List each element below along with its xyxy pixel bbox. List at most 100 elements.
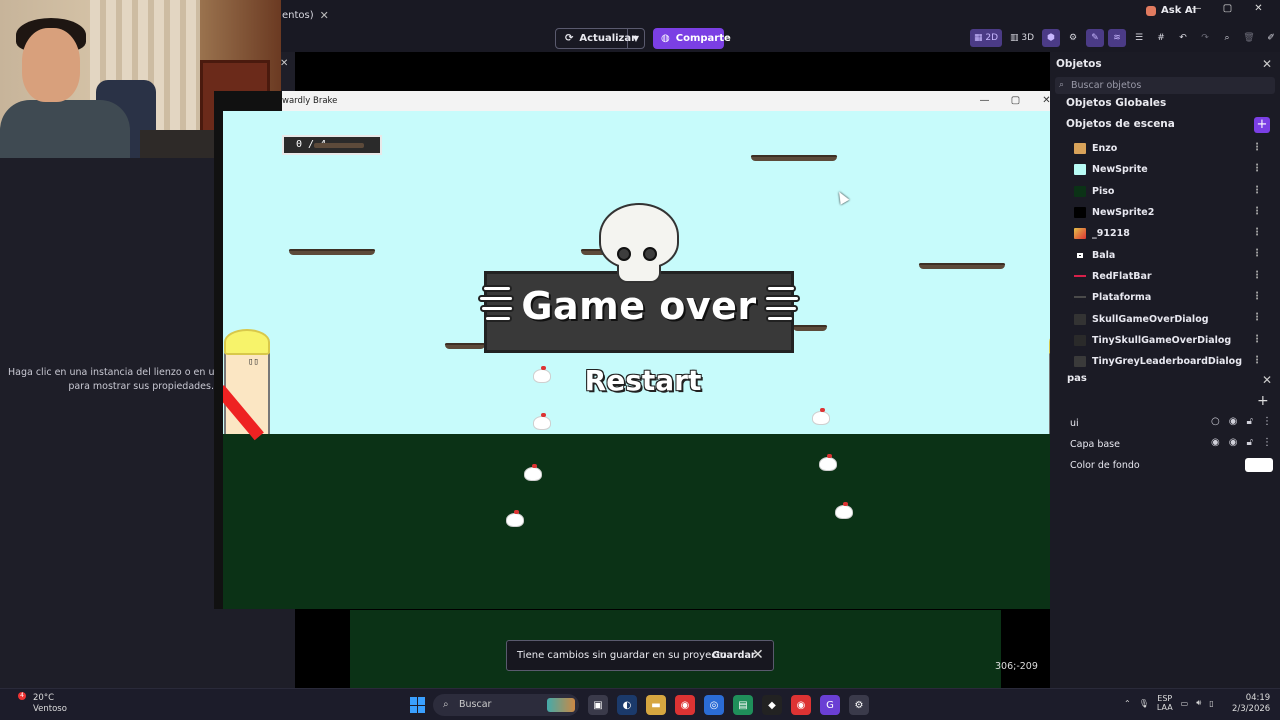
chevron-down-icon[interactable]: ▼ <box>628 34 644 43</box>
view-2d-toggle[interactable]: ▦ 2D <box>970 29 1002 47</box>
weather-widget[interactable]: 4 20°C Ventoso <box>18 692 67 715</box>
undo-icon[interactable]: ↶ <box>1174 29 1192 47</box>
add-object-button[interactable]: + <box>1254 117 1270 133</box>
object-search-placeholder: Buscar objetos <box>1071 80 1142 91</box>
game-minimize-icon[interactable]: — <box>969 91 1000 111</box>
instances-list-icon[interactable]: ☰ <box>1130 29 1148 47</box>
lock-icon[interactable]: 🔓︎ <box>1247 437 1253 448</box>
app-icon-blue[interactable]: ◎ <box>704 695 724 715</box>
app-icon-green[interactable]: ▤ <box>733 695 753 715</box>
chevron-up-icon[interactable]: ⌃ <box>1124 699 1131 708</box>
grid-toggle-icon[interactable]: # <box>1152 29 1170 47</box>
add-layer-button[interactable]: + <box>1257 393 1269 409</box>
layer-row-ui[interactable]: ui ○ ◉ 🔓︎ ⋮ <box>1070 413 1272 433</box>
taskbar-apps: ▣ ◐ ▬ ◉ ◎ ▤ ◆ ◉ G ⚙ <box>588 695 869 715</box>
more-options-icon[interactable]: ⋮ <box>1262 437 1272 448</box>
platform <box>445 343 485 349</box>
minimize-icon[interactable]: — <box>1181 2 1212 16</box>
more-options-icon[interactable]: ⋮ <box>1252 334 1262 345</box>
redo-icon[interactable]: ↷ <box>1196 29 1214 47</box>
close-layers-panel-icon[interactable]: ✕ <box>1262 373 1272 387</box>
zoom-icon[interactable]: ⌕ <box>1218 29 1236 47</box>
maximize-icon[interactable]: ▢ <box>1212 2 1243 16</box>
skeleton-hand-left-icon <box>476 281 522 329</box>
object-search-input[interactable]: ⌕ Buscar objetos <box>1055 77 1275 94</box>
battery-icon[interactable]: ▯ <box>1209 699 1213 708</box>
update-button[interactable]: ⟳ Actualizar ▼ <box>555 28 645 49</box>
game-viewport[interactable]: 0 / 4 ▯▯ ▯▯ Game over <box>223 111 1068 609</box>
windows-start-icon[interactable] <box>410 697 426 713</box>
object-item-tinygreyleaderboarddialog[interactable]: TinyGreyLeaderboardDialog ⋮ <box>1074 351 1270 372</box>
object-item-redflatbar[interactable]: RedFlatBar ⋮ <box>1074 266 1270 287</box>
network-icon[interactable]: ▭ <box>1181 699 1189 708</box>
object-item-bala[interactable]: Bala ⋮ <box>1074 244 1270 265</box>
more-options-icon[interactable]: ⋮ <box>1252 270 1262 281</box>
share-button[interactable]: ◍ Comparte <box>653 28 731 49</box>
object-groups-icon[interactable]: ⚙ <box>1064 29 1082 47</box>
more-options-icon[interactable]: ⋮ <box>1252 142 1262 153</box>
delete-icon[interactable]: 🗑 <box>1240 29 1258 47</box>
visibility-eye-icon[interactable]: ◉ <box>1229 437 1238 448</box>
more-options-icon[interactable]: ⋮ <box>1252 185 1262 196</box>
microphone-icon[interactable]: 🎙︎ <box>1139 699 1149 708</box>
clock-date: 2/3/2026 <box>1232 704 1271 714</box>
layers-panel-icon[interactable]: ≋ <box>1108 29 1126 47</box>
visibility-eye-icon[interactable]: ◉ <box>1229 416 1238 427</box>
layer-label: Capa base <box>1070 438 1120 450</box>
more-options-icon[interactable]: ⋮ <box>1252 355 1262 366</box>
app-icon-dark[interactable]: ◆ <box>762 695 782 715</box>
object-item-newsprite2[interactable]: NewSprite2 ⋮ <box>1074 202 1270 223</box>
close-toast-icon[interactable]: ✕ <box>752 647 764 663</box>
game-title-bar[interactable]: wardly Brake — ▢ ✕ <box>282 91 1068 111</box>
task-view-icon[interactable]: ▣ <box>588 695 608 715</box>
clock-time: 04:19 <box>1245 693 1271 703</box>
chicken-enemy <box>835 502 853 519</box>
chrome-icon[interactable]: ◉ <box>675 695 695 715</box>
steam-icon[interactable]: ◐ <box>617 695 637 715</box>
taskbar-search[interactable]: ⌕ Buscar <box>433 694 579 716</box>
close-objects-panel-icon[interactable]: ✕ <box>1262 57 1272 71</box>
restart-button[interactable]: Restart <box>578 361 708 401</box>
close-icon[interactable]: ✕ <box>1243 2 1274 16</box>
save-button[interactable]: Guardar <box>712 650 756 661</box>
object-item-enzo[interactable]: Enzo ⋮ <box>1074 138 1270 159</box>
scene-objects-header[interactable]: Objetos de escena <box>1066 118 1175 130</box>
object-item-newsprite[interactable]: NewSprite ⋮ <box>1074 159 1270 180</box>
more-options-icon[interactable]: ⋮ <box>1252 206 1262 217</box>
more-options-icon[interactable]: ⋮ <box>1252 227 1262 238</box>
search-icon: ⌕ <box>1059 80 1065 90</box>
radio-unselected-icon[interactable]: ○ <box>1211 416 1220 427</box>
layer-row-base[interactable]: Capa base ◉ ◉ 🔓︎ ⋮ <box>1070 434 1272 454</box>
more-options-icon[interactable]: ⋮ <box>1252 291 1262 302</box>
game-maximize-icon[interactable]: ▢ <box>1000 91 1031 111</box>
lock-icon[interactable]: 🔓︎ <box>1247 416 1253 427</box>
radio-selected-icon[interactable]: ◉ <box>1211 437 1220 448</box>
volume-icon[interactable]: 🔊︎ <box>1196 698 1201 708</box>
object-item-plataforma[interactable]: Plataforma ⋮ <box>1074 287 1270 308</box>
object-item-piso[interactable]: Piso ⋮ <box>1074 181 1270 202</box>
object-item-91218[interactable]: _91218 ⋮ <box>1074 223 1270 244</box>
more-options-icon[interactable]: ⋮ <box>1252 312 1262 323</box>
close-tab-icon[interactable]: ✕ <box>320 9 329 22</box>
gdevelop-icon[interactable]: G <box>820 695 840 715</box>
project-tab[interactable]: entos) ✕ <box>282 6 329 24</box>
object-item-skullgameoverdialog[interactable]: SkullGameOverDialog ⋮ <box>1074 308 1270 329</box>
background-color-swatch[interactable] <box>1245 458 1273 472</box>
properties-panel-icon[interactable]: ✎ <box>1086 29 1104 47</box>
chrome-profile-icon[interactable]: ◉ <box>791 695 811 715</box>
file-explorer-icon[interactable]: ▬ <box>646 695 666 715</box>
game-preview-icon[interactable]: ⚙ <box>849 695 869 715</box>
more-options-icon[interactable]: ⋮ <box>1262 416 1272 427</box>
object-label: RedFlatBar <box>1092 270 1152 282</box>
edit-scene-icon[interactable]: ✐ <box>1262 29 1280 47</box>
more-options-icon[interactable]: ⋮ <box>1252 163 1262 174</box>
system-clock[interactable]: 04:19 2/3/2026 <box>1232 693 1270 715</box>
view-3d-toggle[interactable]: ▥ 3D <box>1006 29 1038 47</box>
close-properties-icon[interactable]: ✕ <box>280 58 288 69</box>
properties-hint: Haga clic en una instancia del lienzo o … <box>8 366 214 394</box>
object-item-tinyskullgameoverdialog[interactable]: TinySkullGameOverDialog ⋮ <box>1074 330 1270 351</box>
more-options-icon[interactable]: ⋮ <box>1252 248 1262 259</box>
language-indicator[interactable]: ESP LAA <box>1157 694 1173 712</box>
global-objects-header[interactable]: Objetos Globales <box>1066 97 1166 109</box>
objects-panel-icon[interactable]: ⬢ <box>1042 29 1060 47</box>
